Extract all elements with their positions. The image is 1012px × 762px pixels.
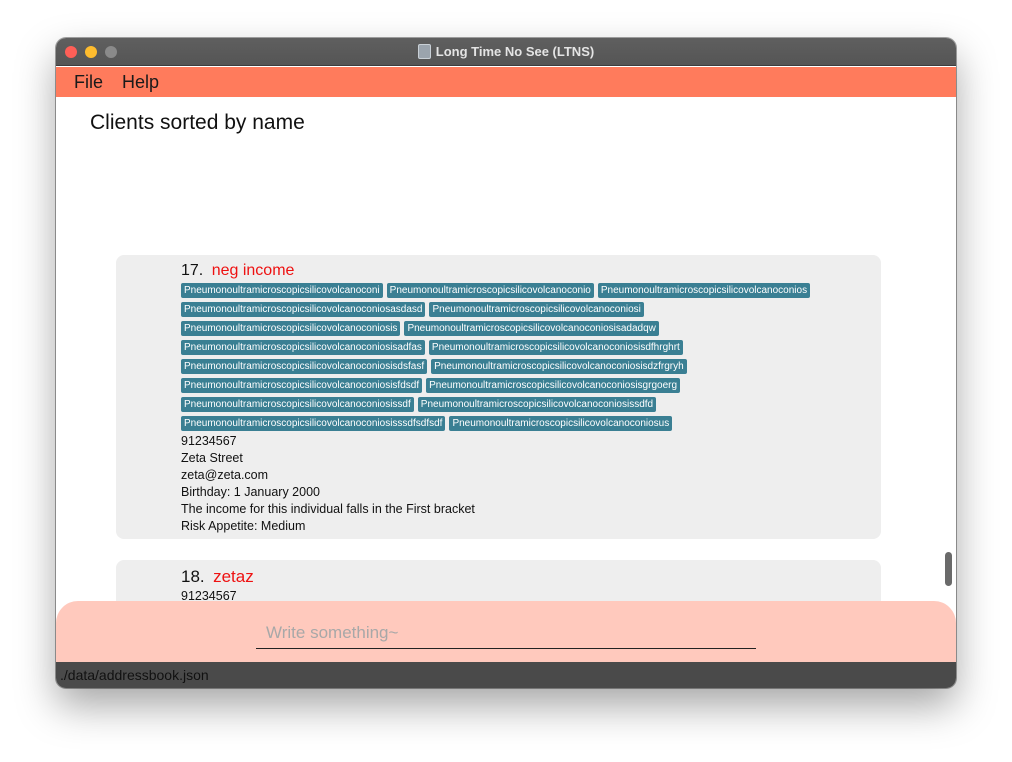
list-heading: Clients sorted by name [90,111,305,134]
client-tag: Pneumonoultramicroscopicsilicovolcanocon… [386,283,594,298]
client-tag: Pneumonoultramicroscopicsilicovolcanocon… [449,416,673,431]
tag-row: Pneumonoultramicroscopicsilicovolcanocon… [181,340,871,359]
client-tag: Pneumonoultramicroscopicsilicovolcanocon… [597,283,811,298]
client-card[interactable]: 17. neg income Pneumonoultramicroscopics… [116,255,881,539]
menu-bar: File Help [56,67,956,97]
client-tag: Pneumonoultramicroscopicsilicovolcanocon… [181,340,425,355]
command-box [56,601,956,663]
client-tag: Pneumonoultramicroscopicsilicovolcanocon… [181,416,446,431]
client-tag: Pneumonoultramicroscopicsilicovolcanocon… [431,359,687,374]
tag-row: Pneumonoultramicroscopicsilicovolcanocon… [181,359,871,378]
client-tag: Pneumonoultramicroscopicsilicovolcanocon… [181,359,428,374]
client-tag: Pneumonoultramicroscopicsilicovolcanocon… [181,378,423,393]
window-title: Long Time No See (LTNS) [56,44,956,59]
client-tag: Pneumonoultramicroscopicsilicovolcanocon… [428,340,683,355]
app-icon [417,44,431,59]
window-title-text: Long Time No See (LTNS) [435,44,595,59]
client-tag: Pneumonoultramicroscopicsilicovolcanocon… [181,397,414,412]
client-index: 18. [181,567,205,586]
status-bar: ./data/addressbook.json [56,662,956,688]
menu-file[interactable]: File [74,72,103,93]
tag-row: Pneumonoultramicroscopicsilicovolcanocon… [181,321,871,340]
client-income: The income for this individual falls in … [181,502,475,516]
tag-row: Pneumonoultramicroscopicsilicovolcanocon… [181,397,871,416]
client-address: Zeta Street [181,451,243,465]
client-tag: Pneumonoultramicroscopicsilicovolcanocon… [181,283,383,298]
app-window: Long Time No See (LTNS) File Help Client… [56,38,956,688]
command-input[interactable] [256,617,756,649]
client-tag: Pneumonoultramicroscopicsilicovolcanocon… [429,302,644,317]
client-tag: Pneumonoultramicroscopicsilicovolcanocon… [426,378,681,393]
list-scrollbar[interactable] [945,552,952,586]
client-name-line: 17. neg income [181,262,294,280]
client-tag: Pneumonoultramicroscopicsilicovolcanocon… [181,302,426,317]
client-birthday: Birthday: 1 January 2000 [181,485,320,499]
tag-list: Pneumonoultramicroscopicsilicovolcanocon… [181,283,871,435]
client-name-line: 18. zetaz [181,567,254,587]
title-bar: Long Time No See (LTNS) [56,38,956,66]
data-file-path: ./data/addressbook.json [60,667,209,683]
client-list-panel: Clients sorted by name 17. neg income Pn… [56,97,956,601]
client-name: neg income [211,262,295,279]
client-tag: Pneumonoultramicroscopicsilicovolcanocon… [181,321,401,336]
tag-row: Pneumonoultramicroscopicsilicovolcanocon… [181,283,871,302]
client-phone: 91234567 [181,589,237,601]
tag-row: Pneumonoultramicroscopicsilicovolcanocon… [181,378,871,397]
client-phone: 91234567 [181,434,237,448]
client-risk-appetite: Risk Appetite: Medium [181,519,306,533]
client-name: zetaz [213,567,254,586]
menu-help[interactable]: Help [122,72,159,93]
client-tag: Pneumonoultramicroscopicsilicovolcanocon… [417,397,657,412]
client-index: 17. [181,262,204,279]
client-tag: Pneumonoultramicroscopicsilicovolcanocon… [404,321,659,336]
client-details: 91234567 Zeta Street zeta@zeta.com Birth… [181,433,475,535]
client-card[interactable]: 18. zetaz 91234567 [116,560,881,601]
client-email: zeta@zeta.com [181,468,269,482]
tag-row: Pneumonoultramicroscopicsilicovolcanocon… [181,302,871,321]
